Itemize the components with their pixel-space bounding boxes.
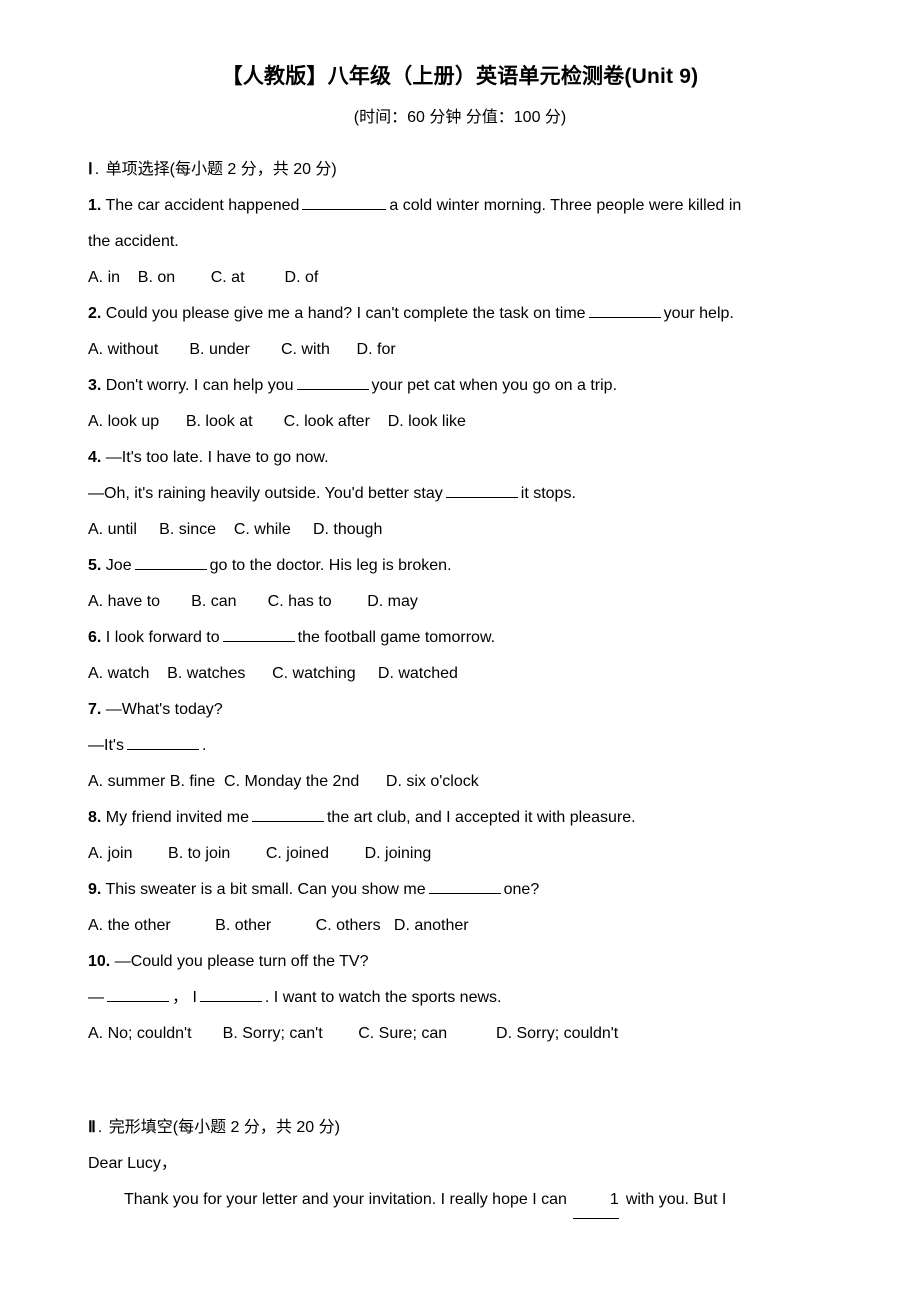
question-stem: 8. My friend invited me the art club, and…: [88, 800, 835, 836]
answer-blank: [222, 627, 295, 642]
question-options: A. summer B. fine C. Monday the 2nd D. s…: [88, 772, 479, 790]
section-separator: .: [94, 160, 100, 178]
section-heading-label: 完形填空(每小题 2 分，共 20 分): [108, 1118, 340, 1136]
question-stem: 9. This sweater is a bit small. Can you …: [88, 872, 835, 908]
cloze-salutation: Dear Lucy，: [88, 1154, 177, 1172]
question-stem: 6. I look forward to the football game to…: [88, 620, 835, 656]
question-options: A. watch B. watches C. watching D. watch…: [88, 664, 458, 682]
answer-blank: [302, 195, 387, 210]
question-number: 4.: [88, 448, 102, 466]
cloze-blank-1: 1: [573, 1182, 620, 1219]
question-options: A. until B. since C. while D. though: [88, 520, 383, 538]
question-stem-text: —It's: [88, 736, 124, 754]
answer-blank: [251, 807, 324, 822]
question-stem: 2. Could you please give me a hand? I ca…: [88, 296, 835, 332]
section-heading-multiple-choice: Ⅰ. 单项选择(每小题 2 分，共 20 分): [88, 152, 835, 188]
question-stem-text-cont: .: [201, 736, 207, 754]
question-stem-text: I look forward to: [105, 628, 220, 646]
section-heading-label: 单项选择(每小题 2 分，共 20 分): [105, 160, 337, 178]
question-stem-text-cont: your pet cat when you go on a trip.: [371, 376, 618, 394]
question-dash-prefix: —: [88, 988, 104, 1006]
question-stem-text-cont: your help.: [663, 304, 734, 322]
answer-blank: [126, 735, 199, 750]
question-stem-text-cont: the art club, and I accepted it with ple…: [326, 808, 636, 826]
question-stem-text-cont: go to the doctor. His leg is broken.: [209, 556, 452, 574]
question-options: A. join B. to join C. joined D. joining: [88, 844, 432, 862]
page-title: 【人教版】八年级（上册）英语单元检测卷(Unit 9): [221, 65, 699, 88]
question-stem-text: Don't worry. I can help you: [105, 376, 294, 394]
section-numeral: Ⅰ: [88, 160, 94, 178]
question-number: 5.: [88, 556, 102, 574]
question-stem: 4. —It's too late. I have to go now.: [88, 440, 835, 476]
question-stem-text: The car accident happened: [105, 196, 300, 214]
question-number: 3.: [88, 376, 102, 394]
section-divider-space: [88, 1052, 835, 1110]
question-stem: 5. Joe go to the doctor. His leg is broke…: [88, 548, 835, 584]
question-stem-text: —What's today?: [105, 700, 223, 718]
question-stem-text: Joe: [105, 556, 132, 574]
question-number: 8.: [88, 808, 102, 826]
question-stem-text-cont: it stops.: [520, 484, 576, 502]
question-stem: 1. The car accident happened a cold winte…: [88, 188, 835, 224]
question-stem-text-cont: the football game tomorrow.: [297, 628, 496, 646]
question-stem-text: —Could you please turn off the TV?: [114, 952, 369, 970]
question-stem-text: My friend invited me: [105, 808, 249, 826]
question-stem-text: —It's too late. I have to go now.: [105, 448, 329, 466]
question-stem-reply: —Oh, it's raining heavily outside. You'd…: [88, 476, 835, 512]
question-number: 2.: [88, 304, 102, 322]
question-stem-text: —Oh, it's raining heavily outside. You'd…: [88, 484, 443, 502]
exam-meta-subtitle: (时间：60 分钟 分值：100 分): [353, 109, 567, 127]
answer-blank: [199, 987, 262, 1002]
answer-blank: [588, 303, 661, 318]
question-number: 6.: [88, 628, 102, 646]
question-stem-text-cont: . I want to watch the sports news.: [264, 988, 502, 1006]
question-options: A. the other B. other C. others D. anoth…: [88, 916, 469, 934]
cloze-text-after: with you. But I: [625, 1190, 727, 1208]
question-options: A. have to B. can C. has to D. may: [88, 592, 418, 610]
answer-blank: [428, 879, 501, 894]
document-body: Ⅰ. 单项选择(每小题 2 分，共 20 分) 1. The car accid…: [0, 152, 920, 1219]
answer-blank: [107, 987, 169, 1002]
question-options: A. look up B. look at C. look after D. l…: [88, 412, 466, 430]
section-numeral: Ⅱ: [88, 1118, 97, 1136]
section-separator: .: [97, 1118, 103, 1136]
question-stem: 7. —What's today?: [88, 692, 835, 728]
section-heading-cloze: Ⅱ. 完形填空(每小题 2 分，共 20 分): [88, 1110, 835, 1146]
question-stem-reply: — ， I . I want to watch the sports news.: [88, 980, 835, 1016]
question-stem-text: Could you please give me a hand? I can't…: [105, 304, 586, 322]
answer-blank: [296, 375, 369, 390]
question-number: 9.: [88, 880, 102, 898]
question-stem-text-cont: one?: [503, 880, 540, 898]
question-stem-wrap: the accident.: [88, 232, 179, 250]
question-stem-text: This sweater is a bit small. Can you sho…: [105, 880, 426, 898]
question-number: 10.: [88, 952, 111, 970]
question-stem-reply: —It's.: [88, 728, 835, 764]
answer-blank: [134, 555, 207, 570]
question-number: 7.: [88, 700, 102, 718]
question-stem-text-cont: a cold winter morning. Three people were…: [389, 196, 742, 214]
question-options: A. in B. on C. at D. of: [88, 268, 319, 286]
question-stem: 10. —Could you please turn off the TV?: [88, 944, 835, 980]
question-options: A. No; couldn't B. Sorry; can't C. Sure;…: [88, 1024, 619, 1042]
question-stem-text: ， I: [172, 988, 197, 1006]
cloze-paragraph: Thank you for your letter and your invit…: [88, 1182, 835, 1219]
answer-blank: [445, 483, 518, 498]
cloze-text-before: Thank you for your letter and your invit…: [124, 1190, 567, 1208]
question-number: 1.: [88, 196, 102, 214]
exam-paper-page: 【人教版】八年级（上册）英语单元检测卷(Unit 9) (时间：60 分钟 分值…: [0, 0, 920, 1302]
question-stem: 3. Don't worry. I can help you your pet c…: [88, 368, 835, 404]
question-options: A. without B. under C. with D. for: [88, 340, 396, 358]
